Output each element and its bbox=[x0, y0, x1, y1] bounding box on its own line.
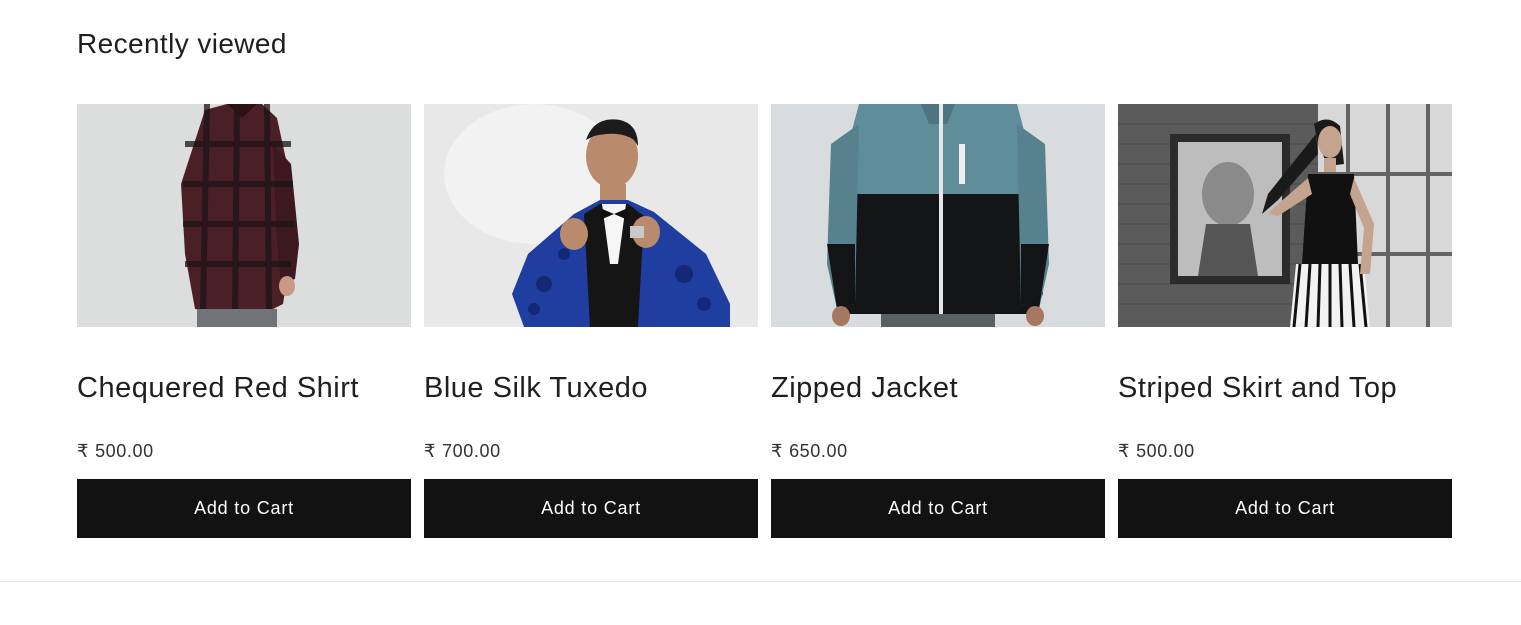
product-image-skirt bbox=[1118, 104, 1452, 327]
product-image-jacket bbox=[771, 104, 1105, 327]
price-value: 500.00 bbox=[1136, 441, 1195, 461]
product-grid: Chequered Red Shirt ₹ 500.00 Add to Cart bbox=[77, 104, 1452, 538]
product-price: ₹ 700.00 bbox=[424, 441, 758, 461]
product-price: ₹ 500.00 bbox=[1118, 441, 1452, 461]
rupee-icon: ₹ bbox=[77, 441, 90, 461]
product-title[interactable]: Chequered Red Shirt bbox=[77, 371, 411, 405]
add-to-cart-button[interactable]: Add to Cart bbox=[77, 479, 411, 538]
price-value: 650.00 bbox=[789, 441, 848, 461]
product-image[interactable] bbox=[77, 104, 411, 327]
rupee-icon: ₹ bbox=[424, 441, 437, 461]
product-image[interactable] bbox=[424, 104, 758, 327]
add-to-cart-button[interactable]: Add to Cart bbox=[771, 479, 1105, 538]
section-title: Recently viewed bbox=[77, 28, 287, 59]
product-price: ₹ 650.00 bbox=[771, 441, 1105, 461]
add-to-cart-button[interactable]: Add to Cart bbox=[424, 479, 758, 538]
rupee-icon: ₹ bbox=[771, 441, 784, 461]
product-title[interactable]: Zipped Jacket bbox=[771, 371, 1105, 405]
product-card: Blue Silk Tuxedo ₹ 700.00 Add to Cart bbox=[424, 104, 758, 538]
product-image-tuxedo bbox=[424, 104, 758, 327]
product-image[interactable] bbox=[771, 104, 1105, 327]
product-card: Striped Skirt and Top ₹ 500.00 Add to Ca… bbox=[1118, 104, 1452, 538]
add-to-cart-button[interactable]: Add to Cart bbox=[1118, 479, 1452, 538]
product-title[interactable]: Blue Silk Tuxedo bbox=[424, 371, 758, 405]
product-card: Zipped Jacket ₹ 650.00 Add to Cart bbox=[771, 104, 1105, 538]
product-title[interactable]: Striped Skirt and Top bbox=[1118, 371, 1452, 405]
product-image[interactable] bbox=[1118, 104, 1452, 327]
rupee-icon: ₹ bbox=[1118, 441, 1131, 461]
product-price: ₹ 500.00 bbox=[77, 441, 411, 461]
product-image-shirt bbox=[77, 104, 411, 327]
price-value: 700.00 bbox=[442, 441, 501, 461]
price-value: 500.00 bbox=[95, 441, 154, 461]
product-card: Chequered Red Shirt ₹ 500.00 Add to Cart bbox=[77, 104, 411, 538]
recently-viewed-page: Recently viewed Chequered Red Shirt ₹ 50… bbox=[0, 0, 1521, 625]
section-divider bbox=[0, 581, 1521, 582]
